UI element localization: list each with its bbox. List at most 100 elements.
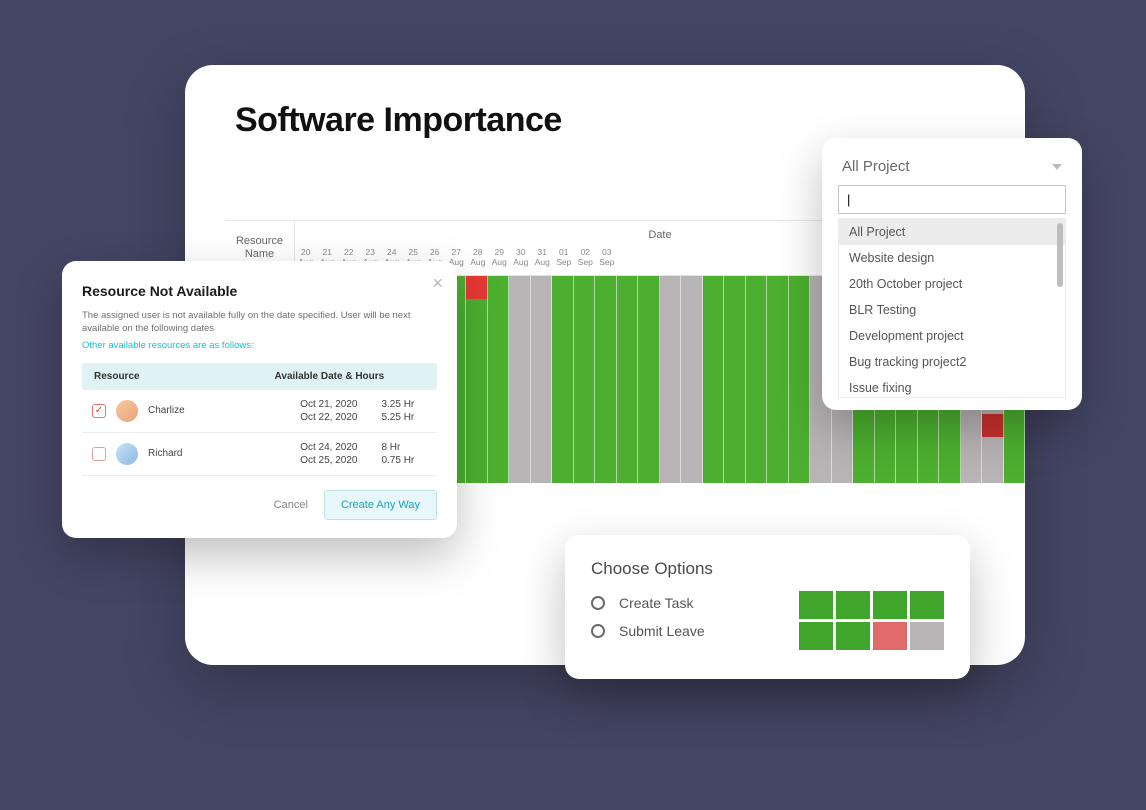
project-dropdown-item[interactable]: 20th October project [839,271,1065,297]
calendar-cell[interactable] [703,322,725,345]
calendar-cell[interactable] [552,391,574,414]
calendar-cell[interactable] [939,437,961,460]
calendar-cell[interactable] [703,299,725,322]
scrollbar-thumb[interactable] [1057,223,1063,287]
calendar-cell[interactable] [488,276,510,299]
calendar-cell[interactable] [982,460,1004,483]
calendar-cell[interactable] [703,368,725,391]
calendar-cell[interactable] [660,299,682,322]
calendar-cell[interactable] [466,368,488,391]
calendar-cell[interactable] [509,460,531,483]
calendar-cell[interactable] [681,414,703,437]
project-dropdown-item[interactable]: Website design [839,245,1065,271]
calendar-cell[interactable] [617,276,639,299]
calendar-cell[interactable] [789,299,811,322]
calendar-cell[interactable] [466,414,488,437]
calendar-cell[interactable] [617,322,639,345]
calendar-cell[interactable] [488,414,510,437]
calendar-cell[interactable] [617,391,639,414]
calendar-cell[interactable] [681,437,703,460]
calendar-cell[interactable] [552,322,574,345]
calendar-cell[interactable] [638,437,660,460]
calendar-cell[interactable] [1004,437,1026,460]
project-dropdown-item[interactable]: Development project [839,323,1065,349]
calendar-cell[interactable] [853,460,875,483]
calendar-cell[interactable] [896,460,918,483]
calendar-cell[interactable] [767,322,789,345]
calendar-cell[interactable] [939,414,961,437]
calendar-cell[interactable] [638,299,660,322]
calendar-cell[interactable] [660,460,682,483]
calendar-cell[interactable] [509,322,531,345]
calendar-cell[interactable] [767,437,789,460]
calendar-cell[interactable] [875,460,897,483]
calendar-cell[interactable] [789,414,811,437]
calendar-cell[interactable] [509,437,531,460]
calendar-cell[interactable] [488,368,510,391]
calendar-cell[interactable] [574,345,596,368]
calendar-cell[interactable] [509,276,531,299]
calendar-cell[interactable] [767,414,789,437]
calendar-cell[interactable] [853,414,875,437]
calendar-cell[interactable] [918,414,940,437]
calendar-cell[interactable] [531,276,553,299]
calendar-cell[interactable] [617,345,639,368]
calendar-cell[interactable] [552,460,574,483]
calendar-cell[interactable] [509,414,531,437]
calendar-cell[interactable] [531,299,553,322]
close-icon[interactable]: × [432,273,443,294]
calendar-cell[interactable] [832,437,854,460]
modal-link[interactable]: Other available resources are as follows… [82,340,437,351]
calendar-cell[interactable] [660,414,682,437]
calendar-cell[interactable] [789,460,811,483]
calendar-cell[interactable] [509,299,531,322]
calendar-cell[interactable] [617,368,639,391]
calendar-cell[interactable] [746,460,768,483]
calendar-cell[interactable] [638,276,660,299]
calendar-cell[interactable] [617,437,639,460]
calendar-cell[interactable] [574,368,596,391]
calendar-cell[interactable] [552,345,574,368]
calendar-cell[interactable] [638,414,660,437]
project-dropdown-item[interactable]: BLR Testing [839,297,1065,323]
calendar-cell[interactable] [1004,414,1026,437]
calendar-cell[interactable] [638,322,660,345]
calendar-cell[interactable] [961,414,983,437]
calendar-cell[interactable] [488,391,510,414]
calendar-cell[interactable] [574,460,596,483]
calendar-cell[interactable] [595,345,617,368]
calendar-cell[interactable] [574,437,596,460]
calendar-cell[interactable] [595,299,617,322]
calendar-cell[interactable] [746,276,768,299]
calendar-cell[interactable] [681,460,703,483]
calendar-cell[interactable] [488,460,510,483]
project-dropdown-item[interactable]: Bug tracking project2 [839,349,1065,375]
calendar-cell[interactable] [660,368,682,391]
calendar-cell[interactable] [724,460,746,483]
calendar-cell[interactable] [595,276,617,299]
calendar-cell[interactable] [660,322,682,345]
calendar-cell[interactable] [918,460,940,483]
calendar-cell[interactable] [617,460,639,483]
calendar-cell[interactable] [574,322,596,345]
calendar-cell[interactable] [595,460,617,483]
checkbox[interactable]: ✓ [92,404,106,418]
calendar-cell[interactable] [509,391,531,414]
calendar-cell[interactable] [1004,460,1026,483]
calendar-cell[interactable] [531,460,553,483]
calendar-cell[interactable] [789,368,811,391]
calendar-cell[interactable] [724,276,746,299]
calendar-cell[interactable] [746,299,768,322]
calendar-cell[interactable] [681,368,703,391]
calendar-cell[interactable] [746,414,768,437]
calendar-cell[interactable] [574,276,596,299]
calendar-cell[interactable] [767,368,789,391]
calendar-cell[interactable] [789,437,811,460]
calendar-cell[interactable] [466,345,488,368]
calendar-cell[interactable] [509,345,531,368]
calendar-cell[interactable] [574,391,596,414]
calendar-cell[interactable] [660,345,682,368]
calendar-cell[interactable] [703,276,725,299]
calendar-cell[interactable] [724,345,746,368]
calendar-cell[interactable] [703,414,725,437]
